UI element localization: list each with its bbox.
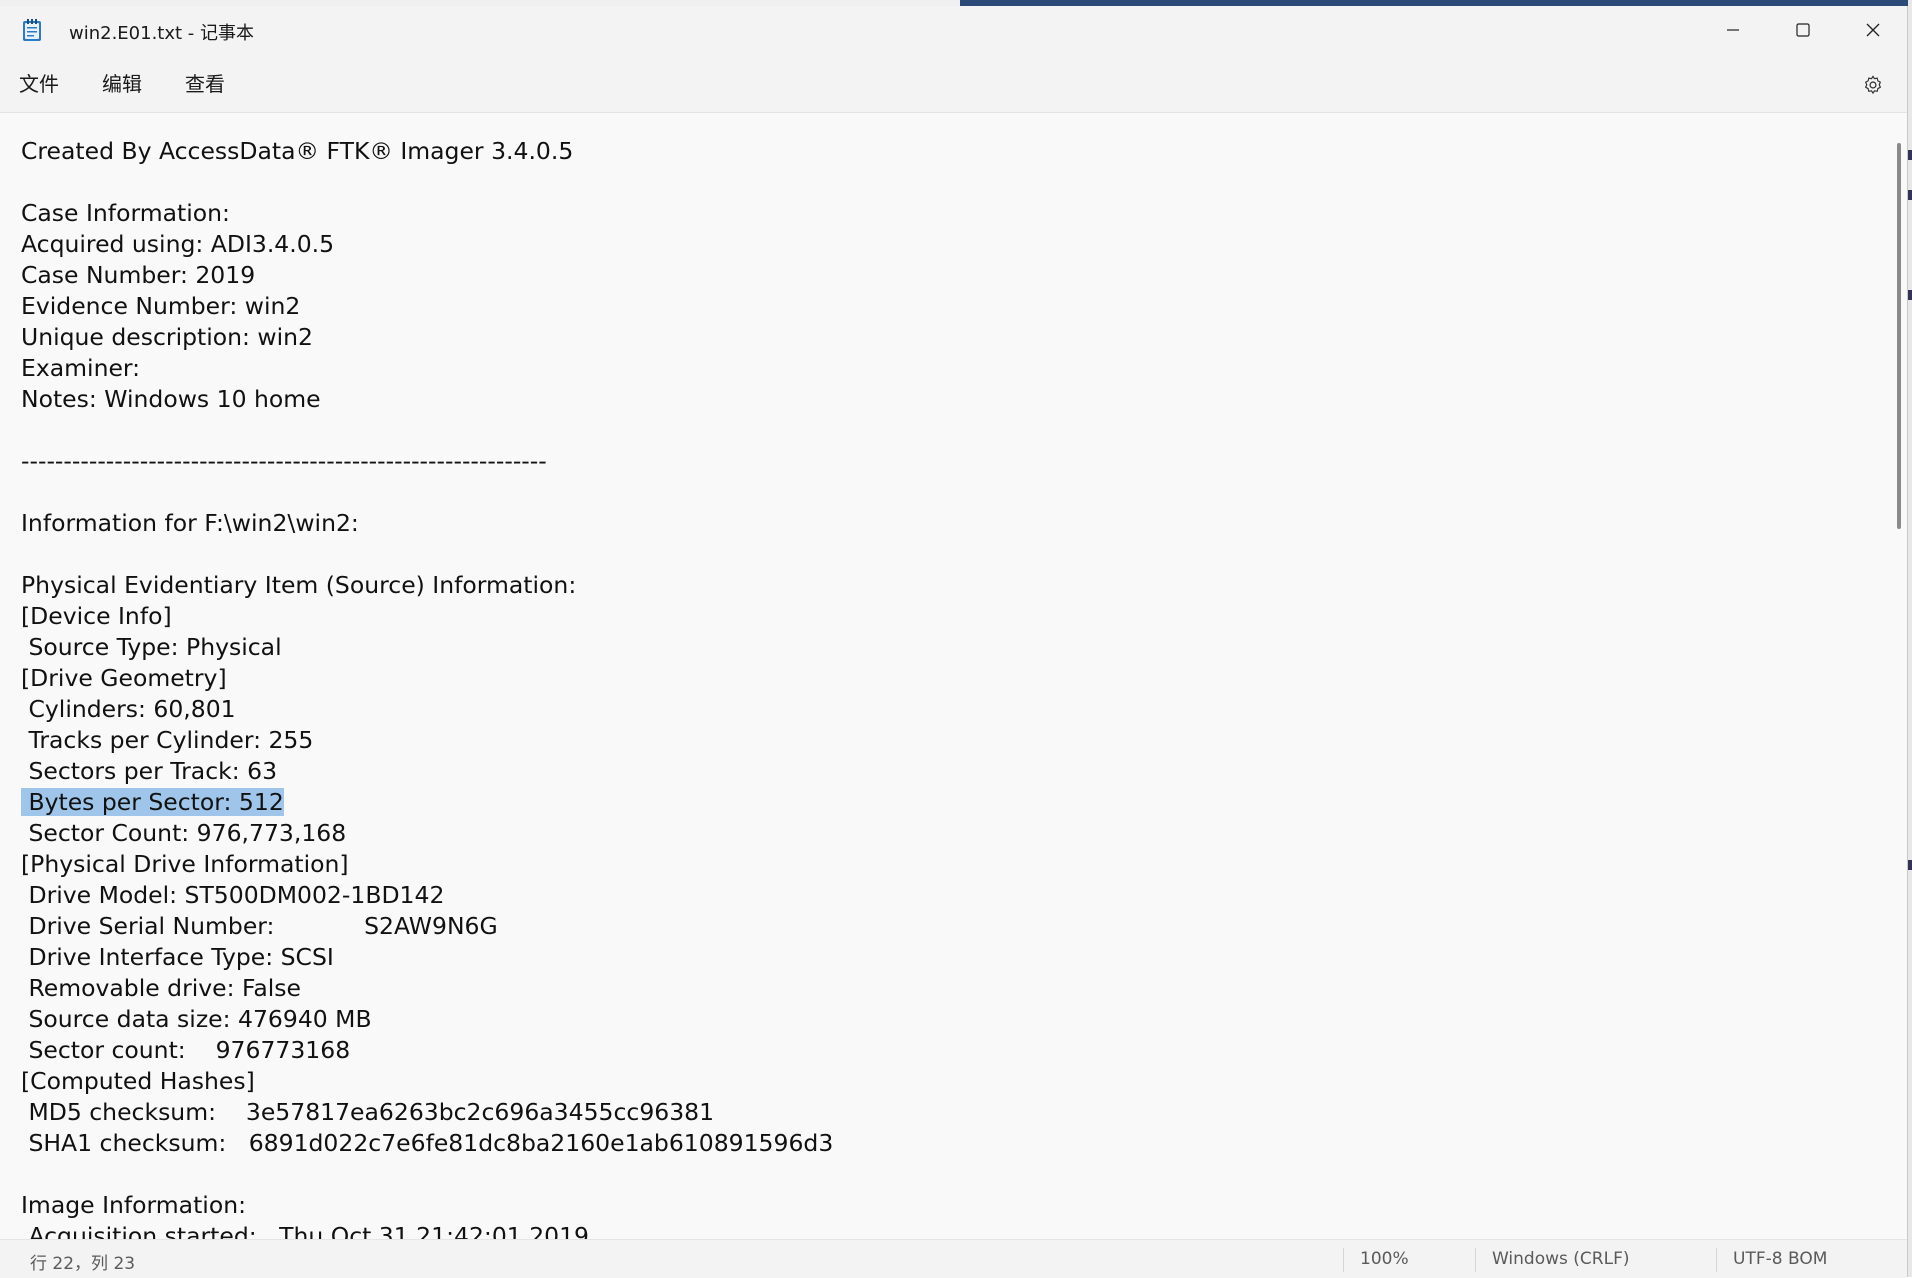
text-line: SHA1 checksum: 6891d022c7e6fe81dc8ba2160… — [21, 1128, 833, 1159]
status-divider — [1343, 1248, 1344, 1272]
menu-edit[interactable]: 编辑 — [98, 68, 146, 100]
minimize-icon — [1727, 29, 1739, 31]
text-line: Drive Interface Type: SCSI — [21, 942, 833, 973]
text-line: Image Information: — [21, 1190, 833, 1221]
text-line: Sector Count: 976,773,168 — [21, 818, 833, 849]
line-text: Case Information: — [21, 199, 230, 227]
menu-bar: 文件 编辑 查看 — [0, 56, 1907, 113]
line-text: Removable drive: False — [21, 974, 302, 1002]
gear-icon — [1865, 75, 1881, 94]
text-line: Acquisition started: Thu Oct 31 21:42:01… — [21, 1221, 833, 1239]
text-line: Tracks per Cylinder: 255 — [21, 725, 833, 756]
text-line: Unique description: win2 — [21, 322, 833, 353]
text-line — [21, 1159, 833, 1190]
text-line: [Drive Geometry] — [21, 663, 833, 694]
line-text: Tracks per Cylinder: 255 — [21, 726, 314, 754]
line-text: Physical Evidentiary Item (Source) Infor… — [21, 571, 577, 599]
text-line — [21, 539, 833, 570]
line-text: Notes: Windows 10 home — [21, 385, 321, 413]
cursor-position: 行 22，列 23 — [30, 1254, 136, 1274]
selected-text: Bytes per Sector: 512 — [21, 788, 284, 816]
vertical-scrollbar[interactable] — [1892, 113, 1906, 1239]
line-text: Sector count: 976773168 — [21, 1036, 351, 1064]
text-line: Drive Model: ST500DM002-1BD142 — [21, 880, 833, 911]
text-line: Created By AccessData® FTK® Imager 3.4.0… — [21, 136, 833, 167]
line-text: Sector Count: 976,773,168 — [21, 819, 347, 847]
text-line: Information for F:\win2\win2: — [21, 508, 833, 539]
line-text: [Physical Drive Information] — [21, 850, 349, 878]
line-text: Source Type: Physical — [21, 633, 282, 661]
text-line: Case Number: 2019 — [21, 260, 833, 291]
line-text: Drive Serial Number: S2AW9N6G — [21, 912, 498, 940]
line-text: Image Information: — [21, 1191, 247, 1219]
minimize-button[interactable] — [1698, 6, 1768, 54]
line-text: [Computed Hashes] — [21, 1067, 255, 1095]
window-title: win2.E01.txt - 记事本 — [69, 23, 255, 44]
text-line: Drive Serial Number: S2AW9N6G — [21, 911, 833, 942]
close-icon — [1866, 23, 1880, 37]
line-text: Acquired using: ADI3.4.0.5 — [21, 230, 335, 258]
encoding[interactable]: UTF-8 BOM — [1733, 1249, 1827, 1269]
text-line — [21, 415, 833, 446]
line-text: [Drive Geometry] — [21, 664, 227, 692]
text-line: ----------------------------------------… — [21, 446, 833, 477]
line-text: Examiner: — [21, 354, 141, 382]
text-line: [Computed Hashes] — [21, 1066, 833, 1097]
line-text: ----------------------------------------… — [21, 447, 547, 475]
text-line: Sectors per Track: 63 — [21, 756, 833, 787]
text-line: Source data size: 476940 MB — [21, 1004, 833, 1035]
title-bar[interactable]: win2.E01.txt - 记事本 — [0, 6, 1907, 56]
menu-file[interactable]: 文件 — [15, 68, 63, 100]
line-text: Acquisition started: Thu Oct 31 21:42:01… — [21, 1222, 589, 1239]
text-line — [21, 477, 833, 508]
menu-view[interactable]: 查看 — [181, 68, 229, 100]
status-bar: 行 22，列 23 100% Windows (CRLF) UTF-8 BOM — [0, 1239, 1907, 1278]
desktop-edge — [1908, 0, 1912, 1277]
scrollbar-thumb[interactable] — [1897, 143, 1901, 529]
line-text: Sectors per Track: 63 — [21, 757, 278, 785]
line-text: MD5 checksum: 3e57817ea6263bc2c696a3455c… — [21, 1098, 715, 1126]
text-line: Acquired using: ADI3.4.0.5 — [21, 229, 833, 260]
line-text: Created By AccessData® FTK® Imager 3.4.0… — [21, 137, 574, 165]
text-line: Cylinders: 60,801 — [21, 694, 833, 725]
line-text: Unique description: win2 — [21, 323, 314, 351]
text-line: Case Information: — [21, 198, 833, 229]
line-text: Information for F:\win2\win2: — [21, 509, 359, 537]
zoom-level[interactable]: 100% — [1360, 1249, 1409, 1269]
line-text: Drive Model: ST500DM002-1BD142 — [21, 881, 445, 909]
line-text: [Device Info] — [21, 602, 172, 630]
text-line: Removable drive: False — [21, 973, 833, 1004]
line-ending[interactable]: Windows (CRLF) — [1492, 1249, 1630, 1269]
text-line: Physical Evidentiary Item (Source) Infor… — [21, 570, 833, 601]
text-line: MD5 checksum: 3e57817ea6263bc2c696a3455c… — [21, 1097, 833, 1128]
line-text: Evidence Number: win2 — [21, 292, 301, 320]
text-line: [Physical Drive Information] — [21, 849, 833, 880]
line-text: SHA1 checksum: 6891d022c7e6fe81dc8ba2160… — [21, 1129, 834, 1157]
status-divider — [1475, 1248, 1476, 1272]
maximize-button[interactable] — [1768, 6, 1838, 54]
text-line: Notes: Windows 10 home — [21, 384, 833, 415]
document-text: Created By AccessData® FTK® Imager 3.4.0… — [21, 136, 833, 1239]
notepad-window: win2.E01.txt - 记事本 文件 编辑 查看 Created By A… — [0, 6, 1908, 1278]
text-line — [21, 167, 833, 198]
maximize-icon — [1796, 23, 1810, 37]
text-line: Sector count: 976773168 — [21, 1035, 833, 1066]
text-line: [Device Info] — [21, 601, 833, 632]
line-text: Case Number: 2019 — [21, 261, 256, 289]
text-editor[interactable]: Created By AccessData® FTK® Imager 3.4.0… — [0, 113, 1890, 1239]
line-text: Source data size: 476940 MB — [21, 1005, 372, 1033]
line-text: Drive Interface Type: SCSI — [21, 943, 334, 971]
settings-button[interactable] — [1856, 68, 1890, 102]
text-line: Evidence Number: win2 — [21, 291, 833, 322]
status-divider — [1716, 1248, 1717, 1272]
notepad-app-icon — [22, 18, 42, 42]
close-button[interactable] — [1838, 6, 1908, 54]
line-text: Cylinders: 60,801 — [21, 695, 236, 723]
text-line: Source Type: Physical — [21, 632, 833, 663]
text-line: Bytes per Sector: 512 — [21, 787, 833, 818]
text-line: Examiner: — [21, 353, 833, 384]
